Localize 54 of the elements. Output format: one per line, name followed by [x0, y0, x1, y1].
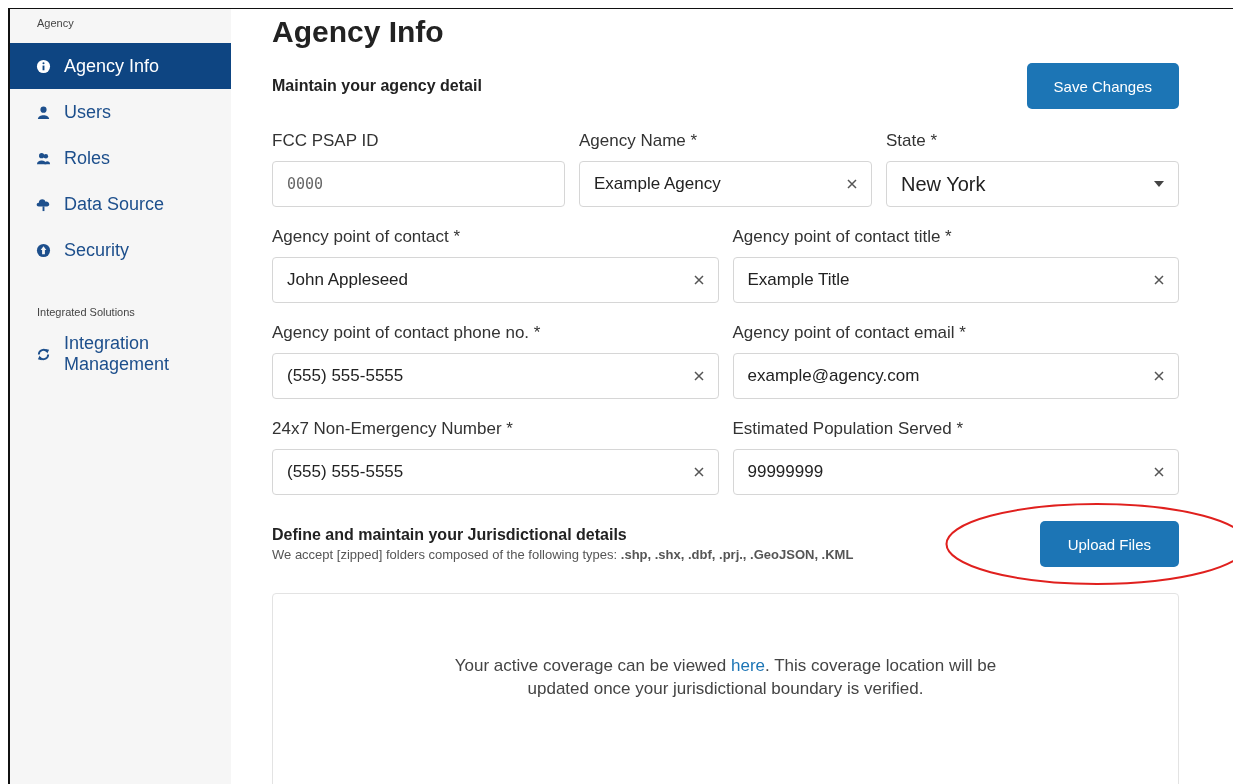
clear-icon[interactable]	[847, 179, 857, 189]
input-field[interactable]: example@agency.com	[732, 353, 1179, 399]
state-dropdown[interactable]: New York	[886, 161, 1179, 207]
sidebar-item[interactable]: Integration Management	[10, 331, 231, 377]
field-label: FCC PSAP ID	[272, 131, 380, 151]
field-label: Agency Name *	[579, 131, 699, 151]
section-subtitle: Maintain your agency detail	[272, 77, 482, 95]
field-label: Agency point of contact phone no. *	[272, 323, 542, 343]
sidebar-item-label: Security	[64, 239, 130, 261]
field-label: Agency point of contact email *	[732, 323, 967, 343]
field-label: 24x7 Non-Emergency Number *	[272, 419, 514, 439]
sidebar-item-label: Users	[64, 101, 111, 123]
clear-icon[interactable]	[693, 371, 704, 381]
info-icon	[36, 58, 51, 74]
input-field[interactable]: Example Title	[732, 257, 1179, 303]
file-types-note: We accept [zipped] folders composed of the following types: .shp, .shx, .dbf, .prj., .GeoJSON, .KML	[272, 547, 854, 562]
input-field[interactable]: John Appleseed	[272, 257, 719, 303]
user-icon	[36, 104, 51, 120]
field-label: State *	[886, 131, 939, 151]
clear-icon[interactable]	[1154, 275, 1164, 285]
input-field[interactable]: (555) 555-5555	[272, 449, 719, 495]
sidebar-item[interactable]: Security	[10, 227, 231, 273]
sidebar-item[interactable]: Data Source	[10, 181, 231, 227]
page-title: Agency Info	[272, 15, 445, 49]
input-field[interactable]: 99999999	[732, 449, 1179, 495]
upload-files-button[interactable]: Upload Files	[1039, 521, 1179, 567]
sidebar-section-heading: Integrated Solutions	[36, 305, 136, 320]
sidebar-section-heading: Agency	[36, 16, 75, 31]
input-field[interactable]: (555) 555-5555	[272, 353, 719, 399]
save-changes-button[interactable]: Save Changes	[1026, 63, 1179, 109]
sync-icon	[36, 346, 51, 362]
field-label: Agency point of contact *	[272, 227, 462, 247]
sidebar-item-label: Data Source	[64, 193, 165, 215]
sidebar-item[interactable]: Roles	[10, 135, 231, 181]
users-icon	[36, 150, 51, 166]
input-field[interactable]: Example Agency	[579, 161, 872, 207]
caret-icon	[1154, 181, 1164, 187]
sidebar-item[interactable]: Agency Info	[10, 43, 231, 89]
input-field[interactable]: 0000	[272, 161, 565, 207]
clear-icon[interactable]	[1154, 467, 1164, 477]
sidebar-item-label: Integration Management	[64, 333, 171, 375]
cloud-icon	[36, 196, 51, 212]
sidebar-item[interactable]: Users	[10, 89, 231, 135]
field-label: Agency point of contact title *	[732, 227, 953, 247]
clear-icon[interactable]	[693, 275, 704, 285]
clear-icon[interactable]	[1154, 371, 1164, 381]
coverage-message: Your active coverage can be viewed here. This coverage location will be updated once your jurisdictional boundary is verified.	[453, 655, 998, 700]
sidebar-item-label: Agency Info	[64, 55, 160, 77]
clear-icon[interactable]	[693, 467, 704, 477]
field-label: Estimated Population Served *	[732, 419, 965, 439]
dropdown-value: New York	[901, 172, 986, 196]
sidebar-item-label: Roles	[64, 147, 111, 169]
section-heading: Define and maintain your Jurisdictional details	[272, 526, 628, 544]
coverage-link[interactable]: here	[731, 656, 766, 675]
